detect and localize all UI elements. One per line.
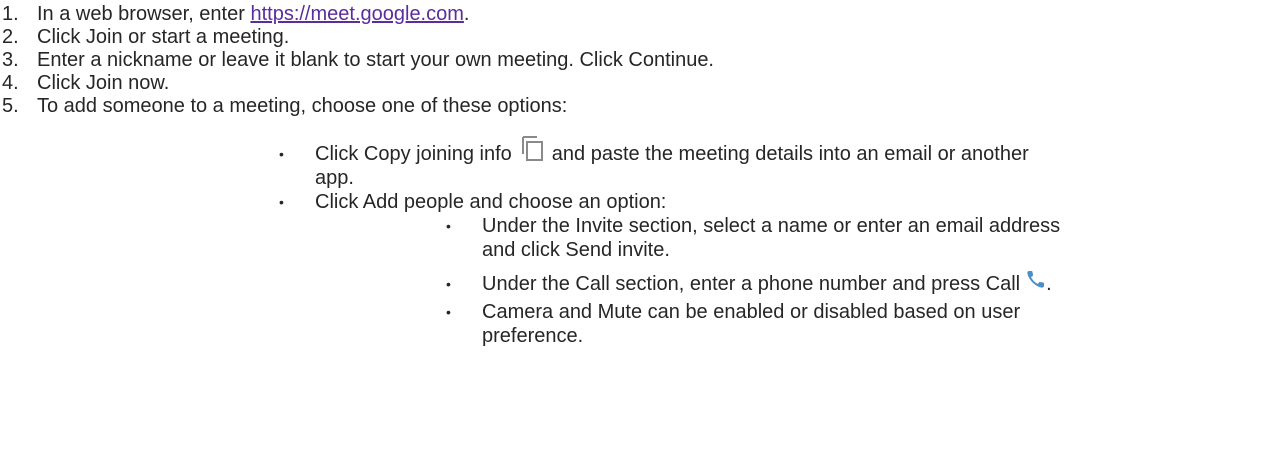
sub-option-text-line1: Under the Invite section, select a name … <box>482 215 1061 237</box>
sub-option-camera-mute: • Camera and Mute can be enabled or disa… <box>446 300 1266 348</box>
step-3: 3. Enter a nickname or leave it blank to … <box>0 48 714 72</box>
option-text: Click Copy joining info and paste the me… <box>315 136 1029 166</box>
instructions-document: 1. In a web browser, enter https://meet.g… <box>0 0 1283 458</box>
bullet: • <box>446 304 451 320</box>
step-number: 3. <box>2 49 19 71</box>
sub-option-text-line2: and click Send invite. <box>482 239 670 261</box>
bullet: • <box>446 218 451 234</box>
option-text-before-icon: Click Copy joining info <box>315 143 512 165</box>
step-text: In a web browser, enter <box>37 3 251 25</box>
step-number: 4. <box>2 72 19 94</box>
copy-icon[interactable] <box>520 134 544 164</box>
step-text: Click Join or start a meeting. <box>37 26 290 48</box>
step-text-end: . <box>463 3 470 25</box>
sub-option-text-before-icon: Under the Call section, enter a phone nu… <box>482 273 1021 295</box>
step-1: 1. In a web browser, enter https://meet.g… <box>0 2 469 26</box>
step-number: 1. <box>2 3 19 25</box>
sub-option-text: Under the Call section, enter a phone nu… <box>482 269 1052 296</box>
sub-option-text-after-icon: . <box>1046 273 1052 295</box>
option-copy-joining-info: • Click Copy joining info and paste the … <box>279 136 1259 194</box>
step-text: Click Join now. <box>37 72 170 94</box>
sub-option-call: • Under the Call section, enter a phone … <box>446 269 1266 296</box>
step-5: 5. To add someone to a meeting, choose on… <box>0 94 567 118</box>
step-number: 2. <box>2 26 19 48</box>
option-text: Click Add people and choose an option: <box>315 191 667 213</box>
option-text-after-icon: and paste the meeting details into an em… <box>551 143 1029 165</box>
option-add-people: • Click Add people and choose an option: <box>279 190 1259 214</box>
bullet: • <box>279 146 284 162</box>
bullet: • <box>446 276 451 292</box>
step-2: 2. Click Join or start a meeting. <box>0 25 289 49</box>
step-4: 4. Click Join now. <box>0 71 169 95</box>
sub-option-text-line2: preference. <box>482 325 584 347</box>
option-text-line2: app. <box>315 167 354 189</box>
sub-option-text-line1: Camera and Mute can be enabled or disabl… <box>482 301 1021 323</box>
sub-option-invite: • Under the Invite section, select a nam… <box>446 214 1266 262</box>
step-number: 5. <box>2 95 19 117</box>
step-text: Enter a nickname or leave it blank to st… <box>37 49 714 71</box>
bullet: • <box>279 194 284 210</box>
phone-icon[interactable] <box>1026 269 1046 289</box>
step-text: To add someone to a meeting, choose one … <box>37 95 568 117</box>
meet-link[interactable]: https://meet.google.com <box>250 3 463 25</box>
